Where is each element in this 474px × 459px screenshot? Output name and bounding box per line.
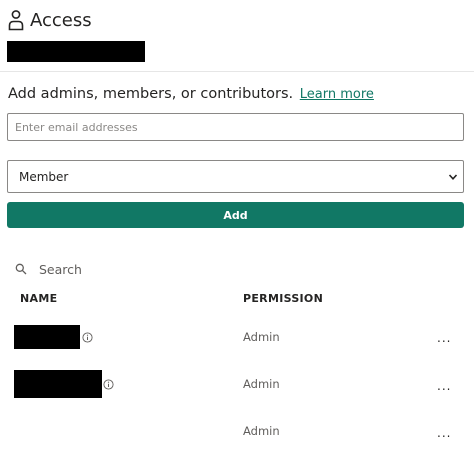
redacted-user-name	[14, 370, 102, 398]
add-button[interactable]: Add	[7, 202, 464, 228]
info-icon[interactable]	[103, 379, 114, 390]
info-icon[interactable]	[82, 332, 93, 343]
role-select[interactable]: Member	[7, 160, 464, 193]
permission-value: Admin	[243, 377, 280, 391]
table-row[interactable]: Admin ...	[0, 370, 474, 410]
invite-prompt-text: Add admins, members, or contributors.	[8, 86, 294, 102]
redacted-user-name	[14, 325, 80, 349]
permission-value: Admin	[243, 424, 280, 438]
column-header-permission: PERMISSION	[243, 292, 324, 305]
pane-header: Access	[8, 6, 92, 34]
redacted-workspace-name	[7, 41, 145, 62]
search-box[interactable]: Search	[15, 259, 82, 279]
learn-more-link[interactable]: Learn more	[300, 87, 374, 102]
more-options-button[interactable]: ...	[437, 379, 451, 393]
divider	[0, 71, 474, 72]
role-select-value: Member	[19, 169, 69, 184]
table-row[interactable]: Admin ...	[0, 323, 474, 363]
more-options-button[interactable]: ...	[437, 331, 451, 345]
search-placeholder: Search	[39, 261, 82, 277]
email-input[interactable]	[7, 113, 464, 141]
chevron-down-icon	[448, 174, 458, 180]
search-icon	[15, 263, 27, 275]
invite-prompt: Add admins, members, or contributors. Le…	[8, 86, 374, 102]
page-title: Access	[30, 9, 92, 31]
permission-value: Admin	[243, 330, 280, 344]
person-icon	[8, 10, 24, 31]
more-options-button[interactable]: ...	[437, 426, 451, 440]
table-row[interactable]: Admin ...	[0, 417, 474, 457]
column-header-name: NAME	[20, 292, 58, 305]
